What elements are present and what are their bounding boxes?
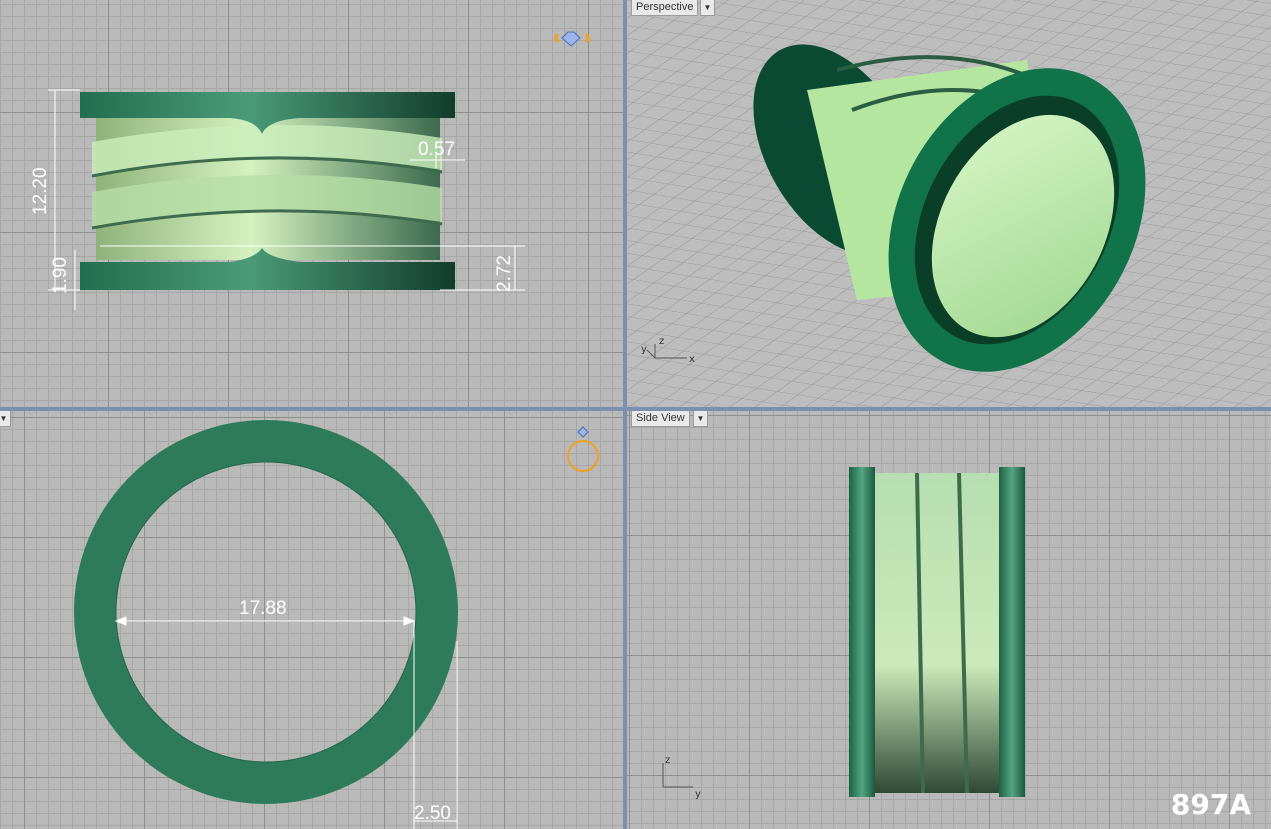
dim-wall-thickness: 2.50 [414, 803, 451, 824]
svg-text:y: y [641, 344, 647, 355]
svg-text:y: y [695, 789, 701, 800]
front-ring-drawing [48, 31, 590, 310]
dim-inner-diameter: 17.88 [239, 598, 287, 619]
viewport-side[interactable]: y z Side View ▼ 897A [627, 411, 1271, 829]
axis-indicator-side: y z [662, 755, 701, 800]
svg-text:z: z [659, 336, 664, 347]
perspective-scene: x z y [627, 0, 1271, 407]
viewport-front[interactable]: 12.20 0.57 1.90 2.72 [0, 0, 623, 407]
dim-height-total: 12.20 [30, 167, 51, 215]
viewport-top[interactable]: ▼ 17.88 2.50 [0, 411, 623, 829]
side-right-rail [999, 467, 1025, 797]
viewport-menu-arrow-icon[interactable]: ▼ [700, 0, 715, 16]
side-band-body [875, 473, 1005, 793]
top-ring-drawing [74, 420, 599, 829]
side-left-rail [849, 467, 875, 797]
compass-gizmo-icon [567, 426, 599, 472]
gizmo-icon [554, 31, 590, 47]
dim-gap-width: 0.57 [418, 139, 455, 160]
watermark-text: 897A [1170, 788, 1251, 821]
viewport-label-perspective[interactable]: Perspective [631, 0, 699, 16]
dim-rail-bottom: 1.90 [50, 257, 71, 294]
svg-text:z: z [665, 755, 670, 766]
side-ring-drawing: y z [662, 467, 1025, 800]
viewport-menu-arrow-icon[interactable]: ▼ [693, 411, 708, 427]
viewport-label-side[interactable]: Side View [631, 411, 690, 427]
viewport-perspective[interactable]: x z y Perspective ▼ [627, 0, 1271, 407]
svg-text:x: x [689, 354, 695, 365]
dim-rail-spacing: 2.72 [494, 255, 515, 292]
